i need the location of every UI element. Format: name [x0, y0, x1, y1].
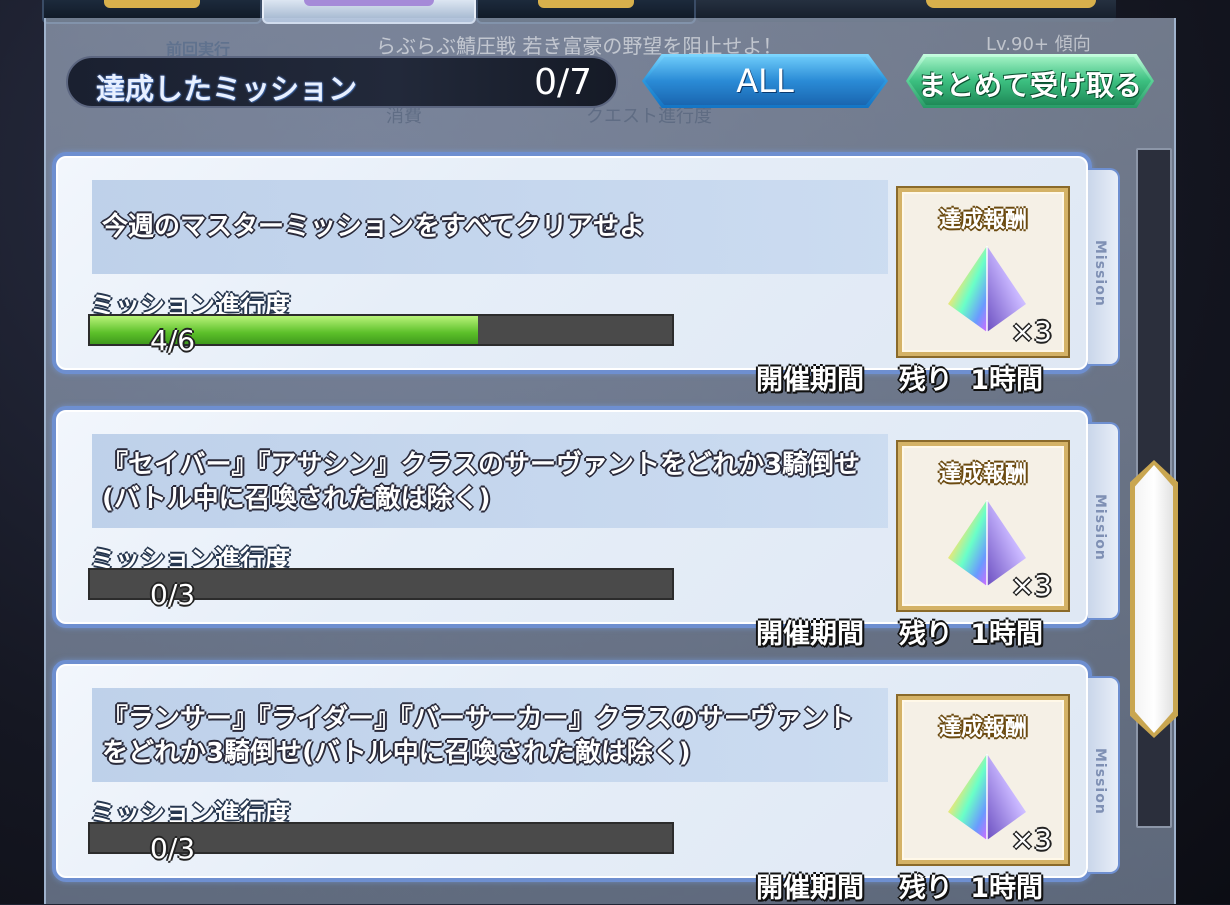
- achieved-missions-header: 達成したミッション 0/7: [66, 56, 618, 108]
- mission-side-tab: Mission: [1088, 676, 1120, 874]
- claim-all-label: まとめて受け取る: [917, 69, 1142, 102]
- reward-label: 達成報酬: [938, 716, 1027, 741]
- mission-side-tab: Mission: [1088, 168, 1120, 366]
- mission-side-tab: Mission: [1088, 422, 1120, 620]
- header-title: 達成したミッション: [96, 72, 358, 106]
- reward-box[interactable]: 達成報酬 ×3: [898, 188, 1068, 356]
- reward-quantity: ×3: [1010, 569, 1052, 602]
- mission-description: 『ランサー』『ライダー』『バーサーカー』クラスのサーヴァントをどれか3騎倒せ(バ…: [102, 704, 854, 768]
- reward-quantity: ×3: [1010, 315, 1052, 348]
- mission-card[interactable]: Mission 今週のマスターミッションをすべてクリアせよ ミッション進行度 4…: [52, 152, 1120, 396]
- mission-period: 開催期間 残り 1時間: [756, 365, 1043, 396]
- bg-lv-text: Lv.90+ 傾向: [986, 34, 1091, 55]
- mission-card[interactable]: Mission 『ランサー』『ライダー』『バーサーカー』クラスのサーヴァントをど…: [52, 660, 1120, 904]
- all-filter-label: ALL: [736, 62, 794, 100]
- mission-description: 今週のマスターミッションをすべてクリアせよ: [102, 212, 646, 242]
- mission-description: 『セイバー』『アサシン』クラスのサーヴァントをどれか3騎倒せ(バトル中に召喚され…: [102, 450, 861, 514]
- mission-progress-value: 0/3: [150, 832, 196, 865]
- claim-all-button[interactable]: まとめて受け取る: [906, 54, 1154, 108]
- mission-period: 開催期間 残り 1時間: [756, 873, 1043, 904]
- mission-period: 開催期間 残り 1時間: [756, 619, 1043, 650]
- all-filter-button[interactable]: ALL: [642, 54, 888, 108]
- scrollbar-thumb[interactable]: [1130, 460, 1178, 738]
- reward-label: 達成報酬: [938, 462, 1027, 487]
- reward-label: 達成報酬: [938, 208, 1027, 233]
- mission-progress-value: 0/3: [150, 578, 196, 611]
- reward-box[interactable]: 達成報酬 ×3: [898, 442, 1068, 610]
- reward-box[interactable]: 達成報酬 ×3: [898, 696, 1068, 864]
- header-count: 0/7: [534, 62, 592, 103]
- reward-quantity: ×3: [1010, 823, 1052, 856]
- mission-progress-value: 4/6: [150, 324, 196, 357]
- mission-card[interactable]: Mission 『セイバー』『アサシン』クラスのサーヴァントをどれか3騎倒せ(バ…: [52, 406, 1120, 650]
